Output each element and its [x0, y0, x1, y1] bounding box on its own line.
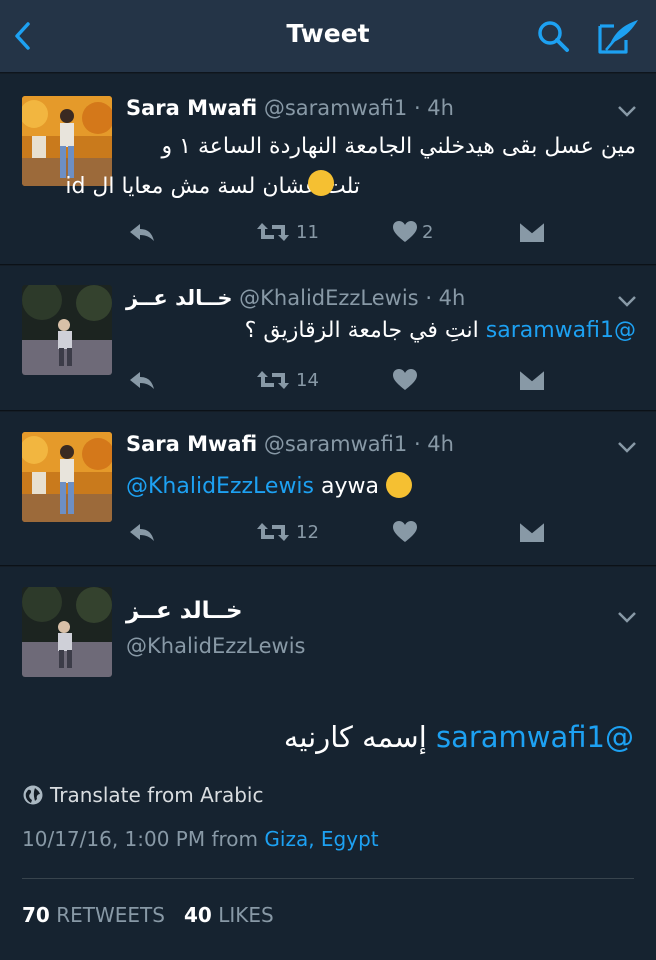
- handle: @KhalidEzzLewis: [239, 286, 419, 310]
- translate-link[interactable]: Translate from Arabic: [22, 783, 263, 807]
- divider: [22, 878, 634, 879]
- retweet-button[interactable]: 12: [256, 516, 336, 550]
- chevron-down-icon[interactable]: [614, 606, 640, 628]
- like-button[interactable]: [392, 364, 432, 398]
- tweet-actions: 11 2: [126, 216, 646, 250]
- heart-icon: [393, 521, 417, 542]
- mention-link[interactable]: @KhalidEzzLewis: [126, 474, 314, 499]
- mention-link[interactable]: @saramwafi1: [486, 318, 636, 343]
- handle: @saramwafi1: [263, 96, 408, 120]
- reply-icon[interactable]: [128, 364, 168, 398]
- tweet-item[interactable]: Sara Mwafi @saramwafi1 · 4h @KhalidEzzLe…: [0, 412, 656, 566]
- thinking-face-icon: [308, 170, 334, 196]
- retweet-button[interactable]: 11: [256, 216, 336, 250]
- retweet-count: 12: [296, 522, 319, 543]
- reply-icon[interactable]: [128, 516, 168, 550]
- handle: @saramwafi1: [263, 432, 408, 456]
- globe-icon: [23, 785, 43, 805]
- tweet-text: @saramwafi1 انتِ في جامعة الزقازيق ؟: [245, 318, 636, 343]
- translate-label: Translate from Arabic: [50, 783, 264, 807]
- thinking-face-icon: [386, 472, 412, 498]
- tweet-meta: 10/17/16, 1:00 PM from Giza, Egypt: [22, 827, 379, 851]
- avatar[interactable]: [22, 285, 112, 375]
- like-button[interactable]: 2: [392, 216, 452, 250]
- heart-icon: [393, 369, 417, 390]
- chevron-down-icon[interactable]: [614, 436, 640, 458]
- retweet-count: 14: [296, 370, 319, 391]
- tweet-header: Sara Mwafi @saramwafi1 · 4h: [126, 432, 454, 456]
- direct-message-icon[interactable]: [518, 364, 548, 398]
- retweet-count: 11: [296, 222, 319, 243]
- avatar[interactable]: [22, 96, 112, 186]
- retweet-button[interactable]: 14: [256, 364, 336, 398]
- direct-message-icon[interactable]: [518, 516, 548, 550]
- tweet-item[interactable]: خــالد عــز @KhalidEzzLewis · 4h @saramw…: [0, 266, 656, 411]
- compose-icon[interactable]: [596, 16, 642, 56]
- display-name[interactable]: Sara Mwafi: [126, 96, 257, 120]
- tweet-time: · 4h: [425, 286, 466, 310]
- tweet-time: · 4h: [413, 432, 454, 456]
- avatar[interactable]: [22, 432, 112, 522]
- tweet-text-line1: مين عسل بقى هيدخلني الجامعة النهاردة الس…: [161, 134, 636, 159]
- chevron-down-icon[interactable]: [614, 100, 640, 122]
- retweet-icon: [257, 223, 289, 241]
- tweet-body: إسمه كارنيه: [283, 720, 427, 754]
- heart-icon: [393, 221, 417, 242]
- tweet-header: Sara Mwafi @saramwafi1 · 4h: [126, 96, 454, 120]
- retweet-icon: [257, 371, 289, 389]
- display-name[interactable]: خــالد عــز: [126, 286, 232, 310]
- reply-icon[interactable]: [128, 216, 168, 250]
- tweet-text: @saramwafi1 إسمه كارنيه: [284, 720, 634, 754]
- likes-count: 40: [184, 903, 212, 927]
- likes-label: LIKES: [218, 903, 274, 927]
- mention-link[interactable]: @saramwafi1: [436, 720, 634, 754]
- tweet-item[interactable]: Sara Mwafi @saramwafi1 · 4h مين عسل بقى …: [0, 74, 656, 265]
- avatar[interactable]: [22, 587, 112, 677]
- tweet-stats: 70 RETWEETS 40 LIKES: [22, 903, 274, 927]
- retweets-label: RETWEETS: [56, 903, 165, 927]
- tweet-header: خــالد عــز @KhalidEzzLewis · 4h: [126, 286, 465, 310]
- tweet-body: انتِ في جامعة الزقازيق ؟: [244, 318, 479, 343]
- tweet-actions: 14: [126, 364, 646, 398]
- handle: @KhalidEzzLewis: [126, 634, 306, 658]
- display-name[interactable]: Sara Mwafi: [126, 432, 257, 456]
- retweets-count: 70: [22, 903, 50, 927]
- direct-message-icon[interactable]: [518, 216, 548, 250]
- timestamp: 10/17/16, 1:00 PM from: [22, 827, 259, 851]
- retweets-stat[interactable]: 70 RETWEETS: [22, 903, 165, 927]
- tweet-actions: 12: [126, 516, 646, 550]
- like-count: 2: [422, 222, 434, 243]
- tweet-thread-screen: Tweet Sara Mwafi @saramwafi1 · 4h مين عس…: [0, 0, 656, 960]
- tweet-time: · 4h: [413, 96, 454, 120]
- like-button[interactable]: [392, 516, 432, 550]
- tweet-text: @KhalidEzzLewis aywa: [126, 472, 412, 499]
- search-icon[interactable]: [534, 18, 574, 54]
- top-bar: Tweet: [0, 0, 656, 73]
- display-name[interactable]: خــالد عــز: [126, 598, 243, 624]
- retweet-icon: [257, 523, 289, 541]
- chevron-down-icon[interactable]: [614, 290, 640, 312]
- likes-stat[interactable]: 40 LIKES: [184, 903, 274, 927]
- location-link[interactable]: Giza, Egypt: [264, 827, 378, 851]
- tweet-body: aywa: [321, 474, 379, 499]
